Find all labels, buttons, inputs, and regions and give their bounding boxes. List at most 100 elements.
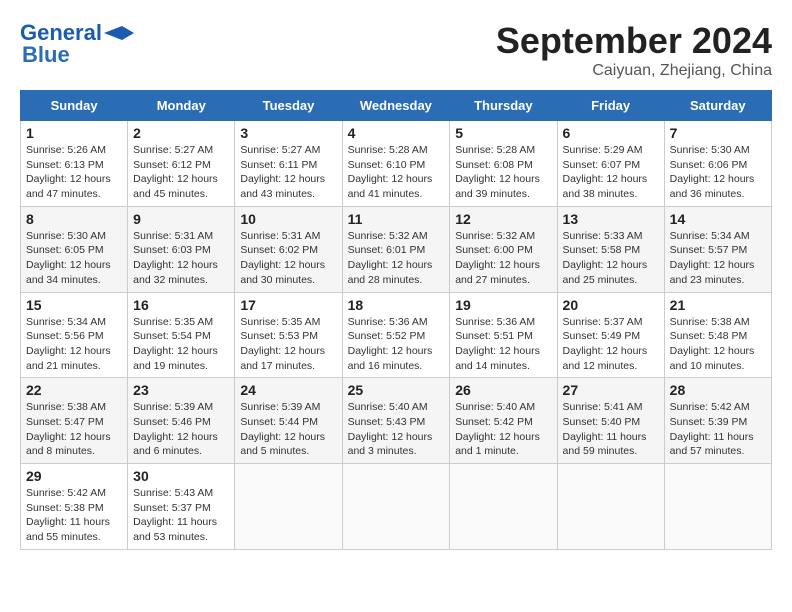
calendar-cell: 25 Sunrise: 5:40 AMSunset: 5:43 PMDayligh… [342, 378, 450, 464]
day-detail: Sunrise: 5:40 AMSunset: 5:42 PMDaylight:… [455, 400, 551, 459]
day-number: 11 [348, 211, 445, 227]
day-number: 10 [240, 211, 336, 227]
calendar-cell: 2 Sunrise: 5:27 AMSunset: 6:12 PMDaylight… [128, 121, 235, 207]
calendar-cell [557, 464, 664, 550]
day-detail: Sunrise: 5:38 AMSunset: 5:48 PMDaylight:… [670, 315, 766, 374]
day-detail: Sunrise: 5:34 AMSunset: 5:57 PMDaylight:… [670, 229, 766, 288]
calendar-cell: 23 Sunrise: 5:39 AMSunset: 5:46 PMDayligh… [128, 378, 235, 464]
day-number: 1 [26, 125, 122, 141]
day-detail: Sunrise: 5:31 AMSunset: 6:03 PMDaylight:… [133, 229, 229, 288]
calendar-cell [664, 464, 771, 550]
calendar-table: SundayMondayTuesdayWednesdayThursdayFrid… [20, 90, 772, 550]
day-detail: Sunrise: 5:28 AMSunset: 6:08 PMDaylight:… [455, 143, 551, 202]
col-header-thursday: Thursday [450, 91, 557, 121]
calendar-cell [235, 464, 342, 550]
day-detail: Sunrise: 5:32 AMSunset: 6:00 PMDaylight:… [455, 229, 551, 288]
calendar-cell: 7 Sunrise: 5:30 AMSunset: 6:06 PMDaylight… [664, 121, 771, 207]
day-detail: Sunrise: 5:39 AMSunset: 5:46 PMDaylight:… [133, 400, 229, 459]
day-number: 22 [26, 382, 122, 398]
day-detail: Sunrise: 5:42 AMSunset: 5:39 PMDaylight:… [670, 400, 766, 459]
col-header-sunday: Sunday [21, 91, 128, 121]
day-detail: Sunrise: 5:37 AMSunset: 5:49 PMDaylight:… [563, 315, 659, 374]
day-detail: Sunrise: 5:42 AMSunset: 5:38 PMDaylight:… [26, 486, 122, 545]
day-detail: Sunrise: 5:36 AMSunset: 5:52 PMDaylight:… [348, 315, 445, 374]
col-header-tuesday: Tuesday [235, 91, 342, 121]
day-number: 26 [455, 382, 551, 398]
calendar-cell: 16 Sunrise: 5:35 AMSunset: 5:54 PMDayligh… [128, 292, 235, 378]
day-number: 4 [348, 125, 445, 141]
calendar-cell: 17 Sunrise: 5:35 AMSunset: 5:53 PMDayligh… [235, 292, 342, 378]
calendar-cell: 20 Sunrise: 5:37 AMSunset: 5:49 PMDayligh… [557, 292, 664, 378]
calendar-cell: 30 Sunrise: 5:43 AMSunset: 5:37 PMDayligh… [128, 464, 235, 550]
calendar-cell: 8 Sunrise: 5:30 AMSunset: 6:05 PMDaylight… [21, 206, 128, 292]
day-detail: Sunrise: 5:40 AMSunset: 5:43 PMDaylight:… [348, 400, 445, 459]
logo-blue: Blue [22, 42, 70, 68]
day-number: 15 [26, 297, 122, 313]
calendar-cell [450, 464, 557, 550]
day-number: 19 [455, 297, 551, 313]
col-header-saturday: Saturday [664, 91, 771, 121]
calendar-cell: 1 Sunrise: 5:26 AMSunset: 6:13 PMDaylight… [21, 121, 128, 207]
calendar-cell: 14 Sunrise: 5:34 AMSunset: 5:57 PMDayligh… [664, 206, 771, 292]
header: General Blue September 2024 Caiyuan, Zhe… [20, 20, 772, 80]
day-number: 30 [133, 468, 229, 484]
day-number: 7 [670, 125, 766, 141]
day-number: 21 [670, 297, 766, 313]
day-number: 14 [670, 211, 766, 227]
col-header-wednesday: Wednesday [342, 91, 450, 121]
calendar-cell: 10 Sunrise: 5:31 AMSunset: 6:02 PMDayligh… [235, 206, 342, 292]
calendar-week-4: 29 Sunrise: 5:42 AMSunset: 5:38 PMDayligh… [21, 464, 772, 550]
day-detail: Sunrise: 5:30 AMSunset: 6:06 PMDaylight:… [670, 143, 766, 202]
calendar-week-1: 8 Sunrise: 5:30 AMSunset: 6:05 PMDaylight… [21, 206, 772, 292]
calendar-cell: 18Sunrise: 5:36 AMSunset: 5:52 PMDayligh… [342, 292, 450, 378]
calendar-cell: 21 Sunrise: 5:38 AMSunset: 5:48 PMDayligh… [664, 292, 771, 378]
calendar-cell: 9 Sunrise: 5:31 AMSunset: 6:03 PMDaylight… [128, 206, 235, 292]
day-detail: Sunrise: 5:32 AMSunset: 6:01 PMDaylight:… [348, 229, 445, 288]
day-detail: Sunrise: 5:31 AMSunset: 6:02 PMDaylight:… [240, 229, 336, 288]
day-detail: Sunrise: 5:27 AMSunset: 6:12 PMDaylight:… [133, 143, 229, 202]
day-detail: Sunrise: 5:33 AMSunset: 5:58 PMDaylight:… [563, 229, 659, 288]
day-detail: Sunrise: 5:41 AMSunset: 5:40 PMDaylight:… [563, 400, 659, 459]
day-number: 28 [670, 382, 766, 398]
calendar-cell: 3 Sunrise: 5:27 AMSunset: 6:11 PMDaylight… [235, 121, 342, 207]
day-number: 24 [240, 382, 336, 398]
day-number: 16 [133, 297, 229, 313]
day-detail: Sunrise: 5:38 AMSunset: 5:47 PMDaylight:… [26, 400, 122, 459]
day-number: 23 [133, 382, 229, 398]
day-detail: Sunrise: 5:30 AMSunset: 6:05 PMDaylight:… [26, 229, 122, 288]
day-detail: Sunrise: 5:35 AMSunset: 5:54 PMDaylight:… [133, 315, 229, 374]
day-detail: Sunrise: 5:39 AMSunset: 5:44 PMDaylight:… [240, 400, 336, 459]
day-number: 29 [26, 468, 122, 484]
calendar-cell: 12 Sunrise: 5:32 AMSunset: 6:00 PMDayligh… [450, 206, 557, 292]
day-detail: Sunrise: 5:26 AMSunset: 6:13 PMDaylight:… [26, 143, 122, 202]
calendar-cell: 4 Sunrise: 5:28 AMSunset: 6:10 PMDaylight… [342, 121, 450, 207]
calendar-cell: 11 Sunrise: 5:32 AMSunset: 6:01 PMDayligh… [342, 206, 450, 292]
calendar-cell: 13Sunrise: 5:33 AMSunset: 5:58 PMDayligh… [557, 206, 664, 292]
calendar-cell: 24 Sunrise: 5:39 AMSunset: 5:44 PMDayligh… [235, 378, 342, 464]
day-detail: Sunrise: 5:36 AMSunset: 5:51 PMDaylight:… [455, 315, 551, 374]
day-number: 6 [563, 125, 659, 141]
day-number: 8 [26, 211, 122, 227]
calendar-week-3: 22 Sunrise: 5:38 AMSunset: 5:47 PMDayligh… [21, 378, 772, 464]
calendar-week-0: 1 Sunrise: 5:26 AMSunset: 6:13 PMDaylight… [21, 121, 772, 207]
day-detail: Sunrise: 5:29 AMSunset: 6:07 PMDaylight:… [563, 143, 659, 202]
day-number: 12 [455, 211, 551, 227]
day-number: 17 [240, 297, 336, 313]
calendar-cell [342, 464, 450, 550]
logo-arrow-icon [104, 26, 134, 40]
day-number: 20 [563, 297, 659, 313]
day-detail: Sunrise: 5:43 AMSunset: 5:37 PMDaylight:… [133, 486, 229, 545]
day-detail: Sunrise: 5:27 AMSunset: 6:11 PMDaylight:… [240, 143, 336, 202]
day-number: 25 [348, 382, 445, 398]
col-header-monday: Monday [128, 91, 235, 121]
title-area: September 2024 Caiyuan, Zhejiang, China [496, 20, 772, 80]
day-number: 27 [563, 382, 659, 398]
day-number: 2 [133, 125, 229, 141]
calendar-cell: 5Sunrise: 5:28 AMSunset: 6:08 PMDaylight… [450, 121, 557, 207]
calendar-cell: 19 Sunrise: 5:36 AMSunset: 5:51 PMDayligh… [450, 292, 557, 378]
day-number: 9 [133, 211, 229, 227]
day-detail: Sunrise: 5:35 AMSunset: 5:53 PMDaylight:… [240, 315, 336, 374]
day-detail: Sunrise: 5:28 AMSunset: 6:10 PMDaylight:… [348, 143, 445, 202]
day-number: 3 [240, 125, 336, 141]
calendar-cell: 27 Sunrise: 5:41 AMSunset: 5:40 PMDayligh… [557, 378, 664, 464]
